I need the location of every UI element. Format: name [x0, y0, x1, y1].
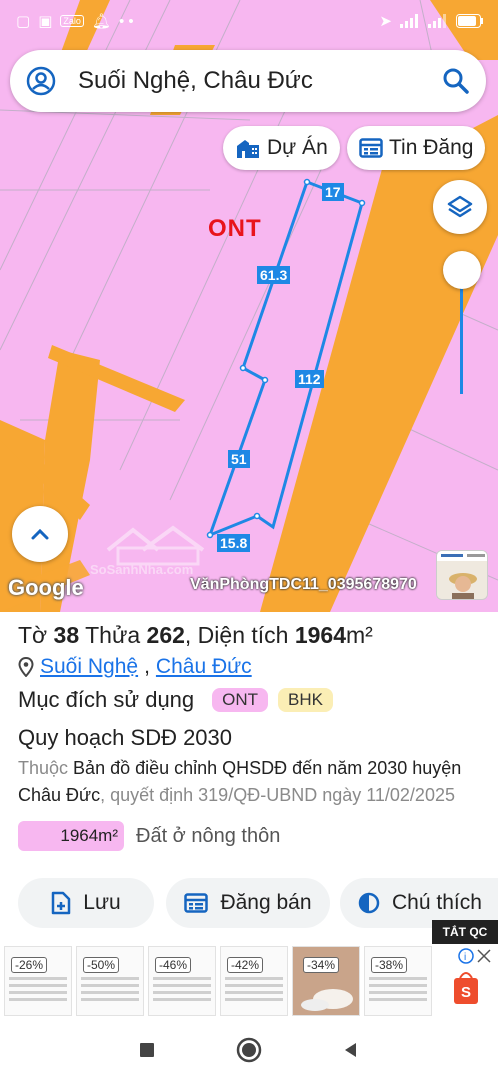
contrast-icon — [358, 892, 380, 914]
add-file-icon — [52, 891, 71, 915]
segment-label: 15.8 — [217, 534, 251, 552]
notification-icon: 🔔︎ — [91, 13, 111, 30]
discount-badge: -46% — [155, 957, 192, 973]
svg-text:SoSanhNha.com: SoSanhNha.com — [90, 562, 193, 577]
account-icon[interactable] — [26, 66, 56, 96]
agent-watermark: VănPhòngTDC11_0395678970 — [190, 576, 417, 593]
ad-product[interactable]: -50% — [76, 946, 144, 1016]
land-use-row: Mục đích sử dụng ONT BHK — [18, 687, 480, 713]
map-view[interactable]: ▢ ▣ Zalo 🔔︎ • • ➤ Suối Nghệ, Châu Đức Dự… — [0, 0, 498, 612]
discount-badge: -42% — [227, 957, 264, 973]
sheet-number: 38 — [53, 622, 80, 648]
tin-dang-label: Tin Đăng — [389, 136, 474, 159]
desc-prefix: Thuộc — [18, 758, 69, 778]
close-ad-button[interactable]: TẮT QC — [432, 920, 498, 944]
signal-icon-2 — [428, 14, 446, 28]
listing-icon — [359, 138, 383, 158]
discount-badge: -26% — [11, 957, 48, 973]
sell-listing-button[interactable]: Đăng bán — [166, 878, 330, 928]
search-bar[interactable]: Suối Nghệ, Châu Đức — [10, 50, 486, 112]
desc-decision: , quyết định 319/QĐ-UBND ngày 11/02/2025 — [100, 785, 455, 805]
lot-number: 262 — [146, 622, 185, 648]
more-icon: • • — [118, 12, 134, 30]
discount-badge: -38% — [371, 957, 408, 973]
action-bar: Lưu Đăng bán Chú thích — [0, 878, 498, 932]
location-pin-icon — [18, 657, 34, 677]
opacity-slider-handle[interactable] — [443, 251, 481, 289]
listing-icon — [184, 893, 209, 913]
segment-label: 51 — [228, 450, 250, 468]
shopee-ad-logo[interactable]: i S — [448, 946, 496, 1016]
sheet-label: Tờ — [18, 622, 48, 648]
du-an-chip[interactable]: Dự Án — [223, 126, 340, 170]
ad-product[interactable]: -34% — [292, 946, 360, 1016]
status-right: ➤ — [379, 12, 484, 30]
status-left: ▢ ▣ Zalo 🔔︎ • • — [16, 12, 134, 31]
shoe-photo — [301, 989, 353, 1011]
location-link-district[interactable]: Châu Đức — [156, 655, 252, 679]
message-icon: ▢ — [16, 13, 31, 30]
home-button[interactable] — [236, 1037, 262, 1063]
plan-title: Quy hoạch SDĐ 2030 — [18, 725, 233, 750]
legend-label: Chú thích — [392, 891, 482, 914]
location-link-commune[interactable]: Suối Nghệ — [40, 655, 138, 679]
svg-text:S: S — [461, 984, 471, 1001]
plan-description: Thuộc Bản đồ điều chỉnh QHSDĐ đến năm 20… — [18, 755, 480, 809]
parcel-title: Tờ 38 Thửa 262, Diện tích 1964m² — [18, 622, 480, 649]
tin-dang-chip[interactable]: Tin Đăng — [347, 126, 486, 170]
sosanhnha-watermark-logo: SoSanhNha.com — [90, 525, 205, 577]
discount-badge: -50% — [83, 957, 120, 973]
lot-label: Thửa — [85, 622, 141, 648]
back-button[interactable] — [342, 1041, 360, 1059]
chevron-up-icon — [31, 528, 49, 540]
area-chip: 1964m² — [18, 821, 124, 851]
ad-product[interactable]: -38% — [364, 946, 432, 1016]
parcel-location: Suối Nghệ, Châu Đức — [18, 655, 480, 679]
ad-banner[interactable]: -26% -50% -46% -42% -34% -38% i S — [0, 944, 498, 1020]
location-separator: , — [144, 655, 150, 678]
land-use-tag-bhk[interactable]: BHK — [278, 688, 334, 712]
signal-icon — [400, 14, 418, 28]
zalo-icon: Zalo — [60, 15, 84, 27]
location-arrow-icon: ➤ — [379, 13, 392, 30]
building-icon — [237, 140, 259, 158]
du-an-label: Dự Án — [267, 136, 328, 159]
segment-label: 112 — [295, 370, 324, 388]
google-logo: Google — [8, 575, 84, 600]
segment-label: 17 — [322, 183, 344, 201]
agent-photo — [437, 551, 487, 599]
status-bar: ▢ ▣ Zalo 🔔︎ • • ➤ — [0, 0, 498, 42]
gallery-icon: ▣ — [38, 13, 53, 30]
system-nav-bar — [0, 1020, 498, 1080]
area-unit: m² — [346, 622, 373, 648]
land-use-label: Mục đích sử dụng — [18, 687, 195, 712]
recent-apps-button[interactable] — [138, 1041, 156, 1059]
land-use-tag-ont[interactable]: ONT — [212, 688, 269, 712]
expand-panel-button[interactable] — [12, 506, 68, 562]
layers-icon — [447, 195, 473, 218]
area-value: 1964 — [294, 622, 347, 648]
ad-product[interactable]: -26% — [4, 946, 72, 1016]
shopee-icon: i S — [454, 948, 491, 1004]
save-label: Lưu — [83, 891, 121, 914]
area-legend-row: 1964m² Đất ở nông thôn — [18, 821, 480, 851]
search-icon[interactable] — [442, 67, 470, 95]
agent-avatar[interactable] — [436, 550, 488, 600]
battery-icon — [456, 14, 483, 28]
area-label: , Diện tích — [184, 622, 289, 648]
ad-product[interactable]: -42% — [220, 946, 288, 1016]
save-button[interactable]: Lưu — [18, 878, 154, 928]
ad-product[interactable]: -46% — [148, 946, 216, 1016]
svg-text:i: i — [464, 952, 466, 963]
search-input[interactable]: Suối Nghệ, Châu Đức — [78, 67, 442, 95]
zone-label: ONT — [208, 215, 262, 242]
layers-button[interactable] — [433, 180, 487, 234]
sell-label: Đăng bán — [220, 891, 312, 914]
segment-label: 61.3 — [257, 266, 291, 284]
area-land-type: Đất ở nông thôn — [136, 824, 281, 847]
